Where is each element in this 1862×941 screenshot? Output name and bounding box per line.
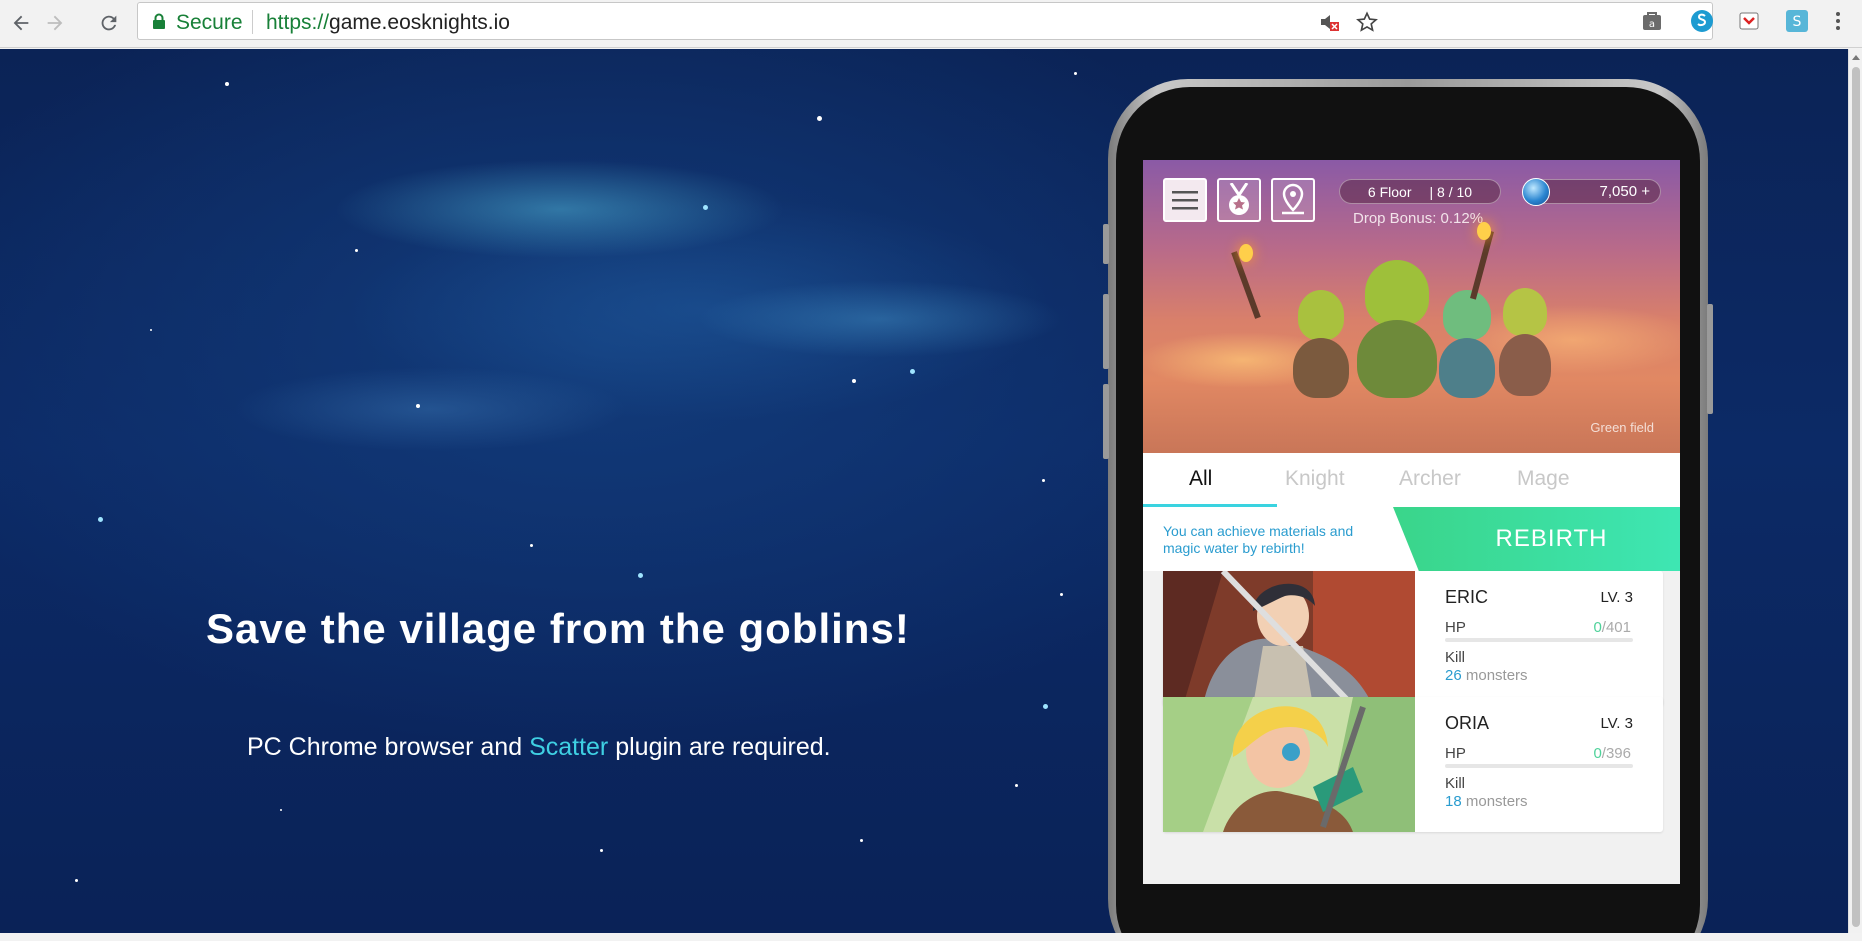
address-separator	[252, 10, 253, 34]
lock-icon	[153, 13, 165, 29]
hero-name: ORIA	[1445, 713, 1490, 733]
hero-name: ERIC	[1445, 587, 1489, 607]
floor-label: 6 Floor	[1367, 183, 1412, 200]
battle-scene: 6 Floor | 8 / 10 Drop Bonus: 0.12% 7,050…	[1143, 160, 1680, 453]
svg-text:a: a	[1649, 19, 1655, 30]
hp-label: HP	[1445, 619, 1466, 636]
hp-value: 0/401	[1593, 619, 1631, 636]
secure-label: Secure	[176, 11, 243, 34]
svg-text:S: S	[1793, 14, 1802, 30]
browser-toolbar: Secure https://game.eosknights.io a S	[0, 0, 1862, 48]
scroll-thumb[interactable]	[1852, 67, 1860, 927]
extension-amazon-icon[interactable]: a	[1638, 7, 1666, 35]
forward-arrow-icon	[47, 15, 63, 31]
rebirth-info: You can achieve materials and magic wate…	[1163, 523, 1354, 556]
reload-button[interactable]	[92, 6, 126, 40]
scatter-link[interactable]: Scatter	[529, 733, 608, 761]
scroll-up-arrow[interactable]	[1852, 55, 1860, 60]
tab-mage[interactable]: Mage	[1517, 467, 1570, 491]
kebab-menu-icon	[1836, 12, 1840, 30]
drop-bonus: Drop Bonus: 0.12%	[1353, 210, 1484, 227]
menu-icon	[1172, 191, 1198, 210]
hero-portrait	[1163, 697, 1415, 832]
hp-bar	[1445, 764, 1633, 768]
hero-card[interactable]: ORIA LV. 3 HP 0/396 Kill 18 monsters	[1163, 697, 1663, 832]
magic-water-counter[interactable]: 7,050 +	[1522, 178, 1661, 206]
kill-label: Kill	[1445, 775, 1466, 792]
magic-orb-icon	[1522, 178, 1550, 206]
requirement-prefix: PC Chrome browser and	[247, 733, 530, 761]
requirement-text: PC Chrome browser and Scatter plugin are…	[247, 733, 831, 762]
star-icon[interactable]	[1356, 11, 1378, 33]
extension-pocket-icon[interactable]	[1735, 7, 1763, 35]
kill-label: Kill	[1445, 649, 1466, 666]
floor-progress: | 8 / 10	[1429, 183, 1473, 200]
kill-value: 26 monsters	[1445, 667, 1528, 684]
hp-label: HP	[1445, 745, 1466, 762]
kill-value: 18 monsters	[1445, 793, 1528, 810]
hp-bar	[1445, 638, 1633, 642]
hero-level: LV. 3	[1600, 589, 1633, 606]
hud-map-button[interactable]	[1271, 178, 1315, 222]
requirement-suffix: plugin are required.	[608, 733, 831, 761]
extension-evernote-icon[interactable]: S	[1783, 7, 1811, 35]
hero-level: LV. 3	[1600, 715, 1633, 732]
hero-portrait	[1163, 571, 1415, 706]
magic-water-amount: 7,050 +	[1599, 183, 1650, 200]
floor-indicator: 6 Floor | 8 / 10	[1339, 179, 1501, 204]
extension-scatter-icon[interactable]	[1688, 7, 1716, 35]
hp-value: 0/396	[1593, 745, 1631, 762]
hero-card[interactable]: ERIC LV. 3 HP 0/401 Kill 26 monsters	[1163, 571, 1663, 706]
hud-menu-button[interactable]	[1163, 178, 1207, 222]
url-text[interactable]: https://game.eosknights.io	[266, 11, 510, 35]
map-pin-icon	[1282, 183, 1304, 215]
game-screen: 6 Floor | 8 / 10 Drop Bonus: 0.12% 7,050…	[1143, 160, 1680, 884]
tab-all[interactable]: All	[1189, 467, 1212, 491]
back-arrow-icon	[13, 15, 29, 31]
page-scrollbar[interactable]	[1848, 49, 1862, 933]
address-bar[interactable]: Secure https://game.eosknights.io	[137, 2, 1713, 40]
url-protocol: https://	[266, 11, 330, 34]
hero-list: ERIC LV. 3 HP 0/401 Kill 26 monsters ORI…	[1143, 571, 1680, 884]
rebirth-bar: You can achieve materials and magic wate…	[1143, 507, 1680, 571]
url-host: game.eosknights.io	[329, 11, 510, 34]
reload-icon	[101, 15, 117, 31]
hud-achievement-button[interactable]	[1217, 178, 1261, 222]
hero-class-tabs: All Knight Archer Mage	[1143, 453, 1680, 507]
rebirth-button[interactable]: REBIRTH	[1393, 507, 1680, 571]
field-name: Green field	[1590, 420, 1654, 435]
tab-knight[interactable]: Knight	[1285, 467, 1345, 491]
browser-menu-button[interactable]	[1828, 7, 1848, 35]
tab-archer[interactable]: Archer	[1399, 467, 1461, 491]
muted-sound-icon[interactable]	[1318, 11, 1340, 33]
forward-button[interactable]	[38, 6, 72, 40]
medal-icon	[1229, 183, 1249, 215]
headline: Save the village from the goblins!	[206, 605, 910, 652]
back-button[interactable]	[4, 6, 38, 40]
